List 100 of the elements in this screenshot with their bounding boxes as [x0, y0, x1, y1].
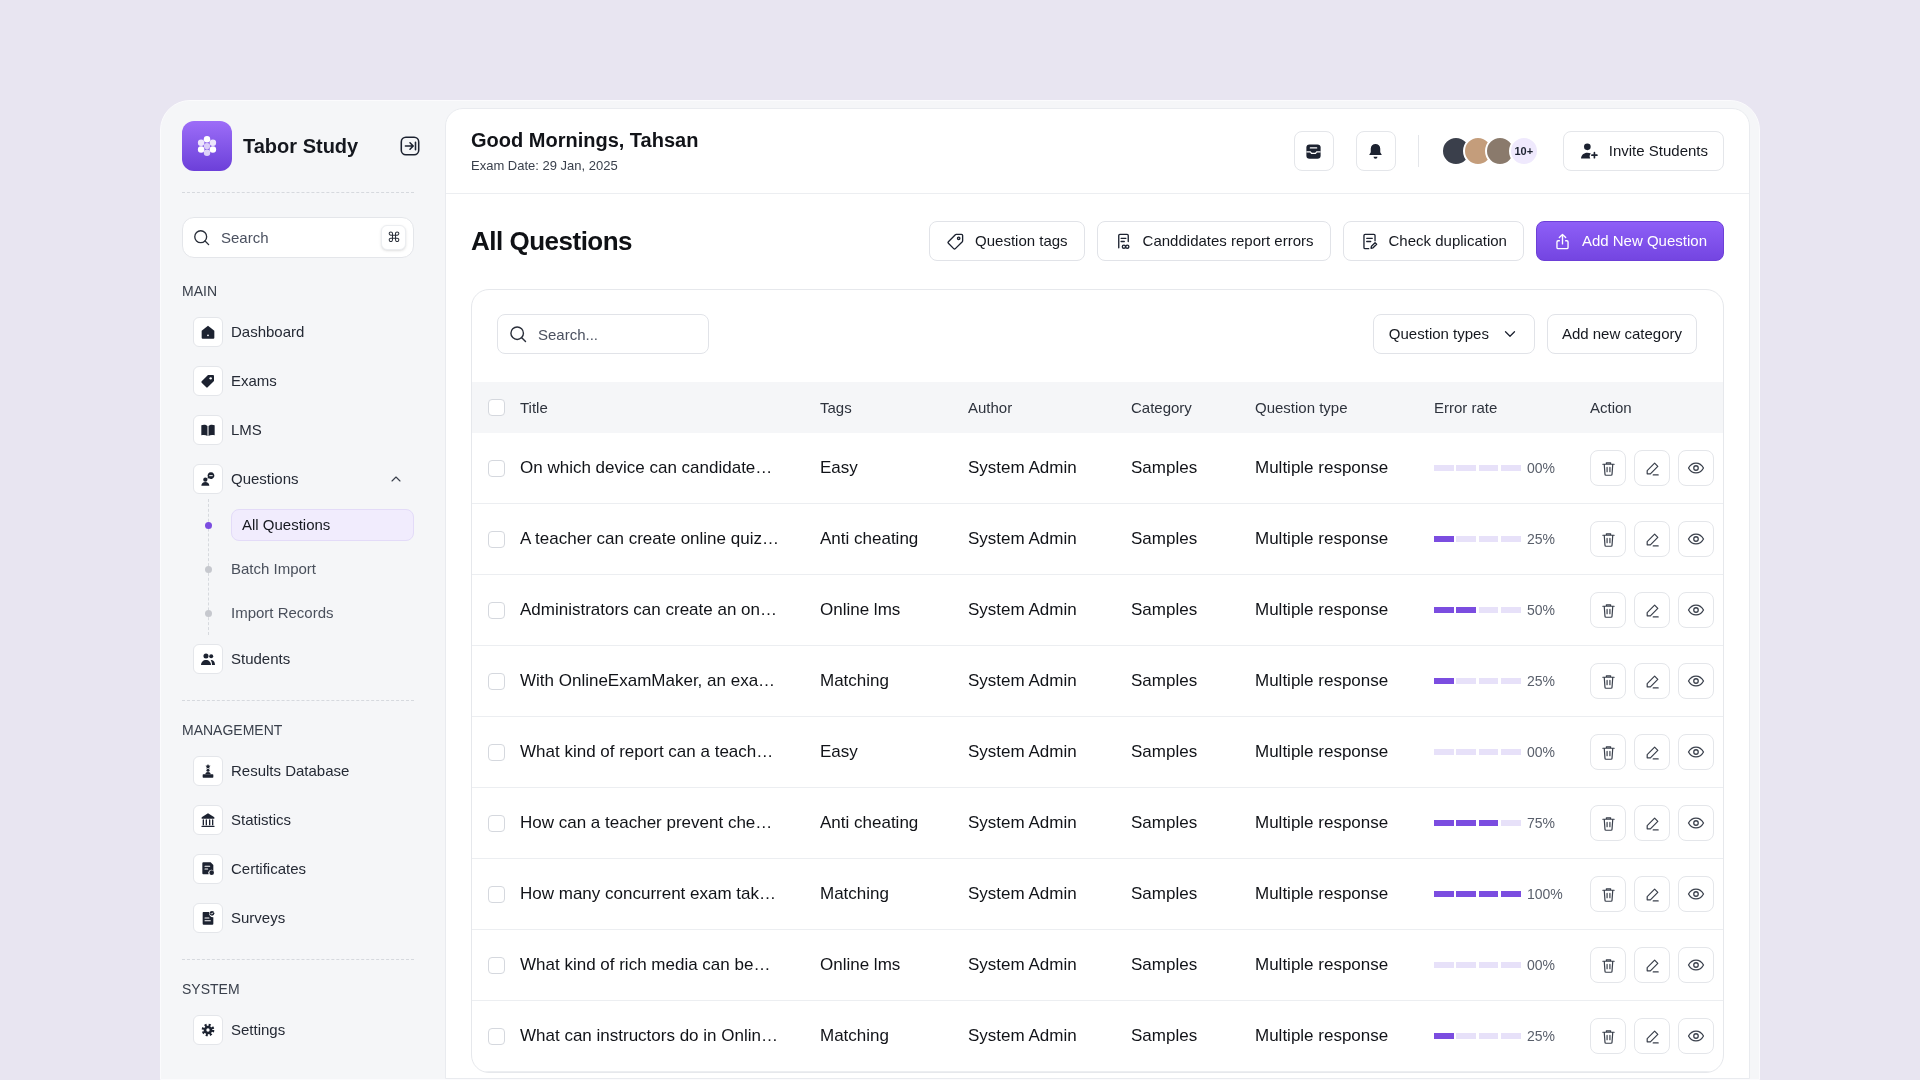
- tag-label: Anti cheating: [820, 529, 919, 549]
- trash-icon: [1599, 956, 1617, 974]
- view-button[interactable]: [1678, 947, 1714, 983]
- section-heading: MANAGEMENT: [182, 721, 284, 740]
- checkbox[interactable]: [488, 1027, 505, 1045]
- edit-button[interactable]: [1634, 1018, 1670, 1054]
- delete-button[interactable]: [1590, 521, 1626, 557]
- checkbox[interactable]: [488, 459, 505, 477]
- edit-button[interactable]: [1634, 876, 1670, 912]
- delete-button[interactable]: [1590, 592, 1626, 628]
- question-types-dropdown[interactable]: Question types: [1372, 314, 1535, 354]
- author-name: System Admin: [968, 955, 1077, 975]
- checkbox[interactable]: [488, 601, 505, 619]
- edit-button[interactable]: [1634, 663, 1670, 699]
- edit-button[interactable]: [1634, 947, 1670, 983]
- view-button[interactable]: [1678, 876, 1714, 912]
- delete-button[interactable]: [1590, 947, 1626, 983]
- column-header: Tags: [820, 398, 852, 416]
- delete-button[interactable]: [1590, 450, 1626, 486]
- nav-item[interactable]: Certificates: [182, 854, 414, 884]
- delete-button[interactable]: [1590, 876, 1626, 912]
- view-button[interactable]: [1678, 663, 1714, 699]
- nav-item[interactable]: Results Database: [182, 756, 414, 786]
- question-title: What kind of rich media can be…: [520, 955, 771, 975]
- column-header: Title: [520, 398, 548, 416]
- delete-button[interactable]: [1590, 734, 1626, 770]
- edit-button[interactable]: [1634, 521, 1670, 557]
- nav-item[interactable]: Settings: [182, 1015, 414, 1045]
- report-errors-button[interactable]: Canddidates report errors: [1096, 221, 1331, 261]
- view-button[interactable]: [1678, 805, 1714, 841]
- question-title: What kind of report can a teach…: [520, 742, 774, 762]
- brand-name: Tabor Study: [243, 134, 359, 159]
- error-rate-value: 25%: [1527, 1026, 1556, 1046]
- category-name: Samples: [1131, 671, 1198, 691]
- bullet-icon: [205, 521, 212, 529]
- edit-button[interactable]: [1634, 592, 1670, 628]
- checkbox[interactable]: [488, 530, 505, 548]
- category-name: Samples: [1131, 955, 1198, 975]
- view-button[interactable]: [1678, 1018, 1714, 1054]
- home-icon: [193, 317, 223, 347]
- search-field[interactable]: Search...: [497, 314, 709, 354]
- checkbox[interactable]: [488, 814, 505, 832]
- certificate-icon: [193, 854, 223, 884]
- column-header: Author: [968, 398, 1013, 416]
- nav-item[interactable]: Dashboard: [182, 317, 414, 347]
- nav-item[interactable]: Exams: [182, 366, 414, 396]
- nav-item[interactable]: Statistics: [182, 805, 414, 835]
- tag-label: Anti cheating: [820, 813, 919, 833]
- delete-button[interactable]: [1590, 805, 1626, 841]
- edit-button[interactable]: [1634, 805, 1670, 841]
- author-name: System Admin: [968, 529, 1077, 549]
- question-tags-button[interactable]: Question tags: [929, 221, 1085, 261]
- error-rate-value: 100%: [1527, 884, 1563, 904]
- user-chat-icon: [193, 464, 223, 494]
- tag-label: Online lms: [820, 600, 901, 620]
- view-button[interactable]: [1678, 521, 1714, 557]
- checkbox[interactable]: [488, 743, 505, 761]
- invite-students-button[interactable]: Invite Students: [1562, 131, 1724, 171]
- sub-nav-item[interactable]: All Questions: [231, 509, 414, 541]
- view-button[interactable]: [1678, 450, 1714, 486]
- view-button[interactable]: [1678, 734, 1714, 770]
- nav-item[interactable]: Students: [182, 644, 414, 674]
- nav-item[interactable]: Surveys: [182, 903, 414, 933]
- add-question-button[interactable]: Add New Question: [1535, 221, 1724, 261]
- check-duplication-button[interactable]: Check duplication: [1342, 221, 1524, 261]
- author-name: System Admin: [968, 742, 1077, 762]
- question-type: Multiple response: [1255, 884, 1389, 904]
- edit-button[interactable]: [1634, 450, 1670, 486]
- author-name: System Admin: [968, 600, 1077, 620]
- checkbox[interactable]: [488, 672, 505, 690]
- sub-nav-item[interactable]: Import Records: [231, 597, 414, 629]
- category-name: Samples: [1131, 458, 1198, 478]
- section-heading: SYSTEM: [182, 980, 241, 999]
- shortcut-key: ⌘: [381, 225, 406, 250]
- trash-icon: [1599, 743, 1617, 761]
- notifications-button[interactable]: [1355, 131, 1396, 171]
- collapse-sidebar-button[interactable]: [398, 134, 422, 158]
- book-icon: [193, 415, 223, 445]
- category-name: Samples: [1131, 884, 1198, 904]
- nav-item[interactable]: Questions: [182, 464, 414, 494]
- tag-label: Matching: [820, 1026, 889, 1046]
- delete-button[interactable]: [1590, 1018, 1626, 1054]
- trash-icon: [1599, 530, 1617, 548]
- more-avatars-count: 10+: [1508, 136, 1539, 166]
- edit-button[interactable]: [1634, 734, 1670, 770]
- view-button[interactable]: [1678, 592, 1714, 628]
- add-category-button[interactable]: Add new category: [1546, 314, 1697, 354]
- checkbox[interactable]: [488, 956, 505, 974]
- inbox-button[interactable]: [1293, 131, 1334, 171]
- question-type: Multiple response: [1255, 1026, 1389, 1046]
- category-name: Samples: [1131, 742, 1198, 762]
- checkbox[interactable]: [488, 399, 505, 416]
- search-icon: [192, 228, 211, 247]
- column-header: Question type: [1255, 398, 1348, 416]
- nav-item[interactable]: LMS: [182, 415, 414, 445]
- checkbox[interactable]: [488, 885, 505, 903]
- bank-icon: [193, 805, 223, 835]
- delete-button[interactable]: [1590, 663, 1626, 699]
- question-title: With OnlineExamMaker, an exa…: [520, 671, 776, 691]
- sub-nav-item[interactable]: Batch Import: [231, 553, 414, 585]
